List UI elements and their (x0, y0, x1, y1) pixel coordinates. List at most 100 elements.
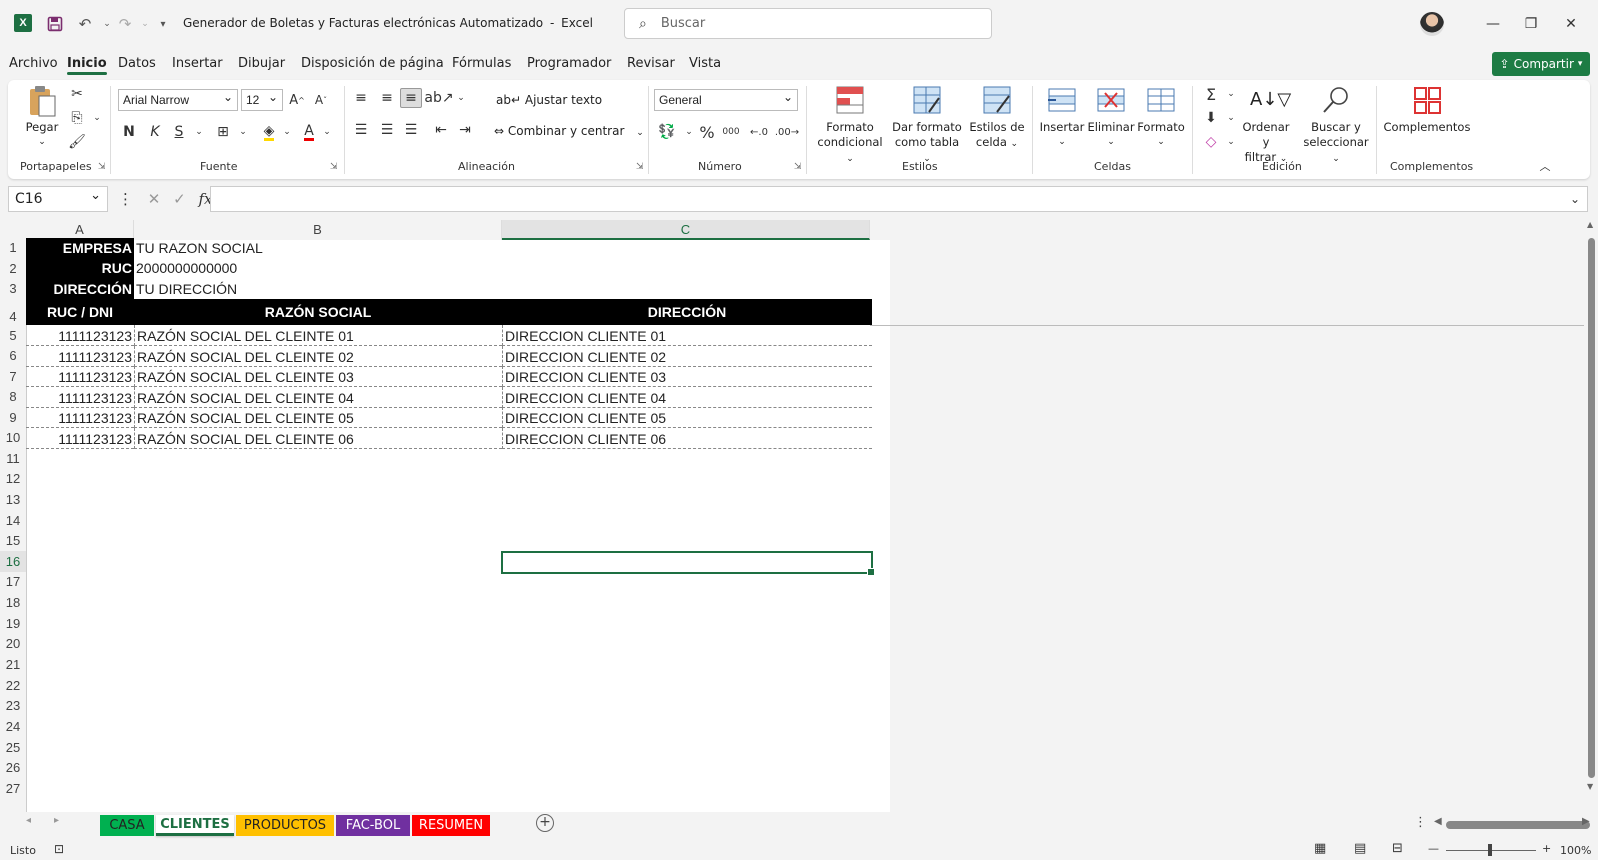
row-header[interactable]: 12 (0, 469, 26, 489)
font-launcher-icon[interactable]: ⇲ (330, 162, 338, 172)
scroll-left-icon[interactable]: ◀ (1434, 816, 1442, 827)
tab-formulas[interactable]: Fórmulas (452, 56, 511, 71)
row-header[interactable]: 13 (0, 489, 26, 510)
row-header[interactable]: 16 (0, 551, 26, 572)
cell-ruc[interactable]: 1111123123 (26, 387, 134, 408)
align-right-icon[interactable]: ☰ (400, 120, 422, 140)
save-icon[interactable] (44, 13, 66, 35)
clear-icon[interactable]: ◇ (1200, 132, 1222, 152)
normal-view-icon[interactable]: ▦ (1314, 841, 1326, 856)
scroll-down-icon[interactable]: ▼ (1587, 782, 1593, 791)
insert-cells-button[interactable]: Insertar ⌄ (1038, 84, 1086, 150)
cell-direccion[interactable]: DIRECCION CLIENTE 02 (502, 345, 872, 367)
sheet-tab-clientes[interactable]: CLIENTES (156, 815, 234, 836)
align-bottom-icon[interactable]: ≡ (400, 88, 422, 108)
page-layout-icon[interactable]: ▤ (1354, 841, 1366, 856)
column-header-c[interactable]: C (502, 220, 870, 240)
increase-indent-icon[interactable]: ⇥ (454, 120, 476, 140)
tab-vista[interactable]: Vista (689, 56, 721, 71)
header-direccion[interactable]: DIRECCIÓN (502, 299, 872, 325)
enter-icon[interactable]: ✓ (173, 190, 186, 208)
wrap-text-button[interactable]: ab↵ Ajustar texto (496, 93, 602, 107)
tab-insertar[interactable]: Insertar (172, 56, 223, 71)
cell-ruc[interactable]: 1111123123 (26, 407, 134, 429)
increase-font-icon[interactable]: A ^ (286, 90, 308, 110)
row-header[interactable]: 10 (0, 428, 26, 448)
cell-styles-button[interactable]: Estilos de celda ⌄ (966, 84, 1028, 152)
cell-razon-social[interactable]: RAZÓN SOCIAL DEL CLEINTE 04 (134, 386, 502, 408)
row-header[interactable]: 20 (0, 634, 26, 654)
row-header[interactable]: 18 (0, 592, 26, 613)
row-header[interactable]: 15 (0, 531, 26, 551)
horizontal-scroll-thumb[interactable] (1446, 821, 1590, 829)
copy-dropdown-icon[interactable]: ⌄ (86, 108, 108, 128)
sheet-tab-resumen[interactable]: RESUMEN (412, 815, 490, 836)
cell-razon-social[interactable]: RAZÓN SOCIAL DEL CLEINTE 02 (134, 345, 502, 367)
cell-razon-social[interactable]: RAZÓN SOCIAL DEL CLEINTE 05 (134, 407, 502, 429)
cell-razon-social[interactable]: RAZÓN SOCIAL DEL CLEINTE 03 (134, 366, 502, 388)
row-header[interactable]: 5 (0, 325, 26, 346)
share-button[interactable]: ⇪ Compartir ▾ (1492, 52, 1590, 76)
align-top-icon[interactable]: ≡ (350, 88, 372, 108)
addins-button[interactable]: Complementos (1382, 84, 1472, 135)
row-header[interactable]: 4 (0, 299, 26, 325)
row-header[interactable]: 2 (0, 258, 26, 279)
tab-datos[interactable]: Datos (118, 56, 156, 71)
cancel-icon[interactable]: ✕ (148, 190, 161, 208)
minimize-icon[interactable]: — (1478, 10, 1508, 38)
italic-button[interactable]: K (144, 122, 166, 142)
empresa-value[interactable]: TU RAZON SOCIAL (136, 238, 502, 258)
underline-dropdown-icon[interactable]: ⌄ (188, 122, 210, 142)
select-all-corner[interactable] (0, 220, 26, 240)
row-header[interactable]: 24 (0, 716, 26, 737)
underline-button[interactable]: S (168, 122, 190, 142)
zoom-out-icon[interactable]: — (1428, 842, 1439, 855)
sheet-tab-productos[interactable]: PRODUCTOS (236, 815, 334, 836)
row-header[interactable]: 6 (0, 346, 26, 366)
row-header[interactable]: 22 (0, 675, 26, 696)
accessibility-icon[interactable]: ⊡ (54, 842, 64, 856)
orientation-icon[interactable]: ab↗ (424, 88, 453, 108)
tab-inicio[interactable]: Inicio (67, 56, 107, 75)
alignment-launcher-icon[interactable]: ⇲ (636, 162, 644, 172)
cut-icon[interactable]: ✂ (66, 84, 88, 104)
expand-formula-icon[interactable]: ⌄ (1564, 189, 1586, 209)
merge-center-button[interactable]: ⇔ Combinar y centrar ⌄ (494, 124, 644, 138)
row-header[interactable]: 7 (0, 366, 26, 387)
tab-revisar[interactable]: Revisar (627, 56, 675, 71)
thousands-button[interactable]: 000 (720, 122, 742, 142)
row-header[interactable]: 27 (0, 778, 26, 799)
zoom-in-icon[interactable]: + (1542, 842, 1551, 855)
row-header[interactable]: 26 (0, 758, 26, 778)
vertical-scroll-thumb[interactable] (1588, 238, 1595, 778)
row-header[interactable]: 23 (0, 696, 26, 716)
cell-direccion[interactable]: DIRECCION CLIENTE 04 (502, 386, 872, 408)
scroll-right-icon[interactable]: ▶ (1582, 816, 1590, 827)
conditional-format-button[interactable]: Formato condicional ⌄ (812, 84, 888, 167)
cell-ruc[interactable]: 1111123123 (26, 346, 134, 367)
orientation-dropdown-icon[interactable]: ⌄ (450, 88, 472, 108)
align-middle-icon[interactable]: ≡ (376, 88, 398, 108)
cell-razon-social[interactable]: RAZÓN SOCIAL DEL CLEINTE 01 (134, 325, 502, 346)
formula-input[interactable] (210, 186, 1588, 212)
fill-dropdown-icon[interactable]: ⌄ (276, 122, 298, 142)
format-as-table-button[interactable]: Dar formato como tabla ⌄ (892, 84, 962, 167)
sort-filter-button[interactable]: A↓▽ Ordenar y filtrar ⌄ (1238, 84, 1294, 167)
decrease-indent-icon[interactable]: ⇤ (430, 120, 452, 140)
row-header[interactable]: 11 (0, 448, 26, 469)
more-icon[interactable]: ⋮ (118, 190, 133, 208)
cell-direccion[interactable]: DIRECCION CLIENTE 01 (502, 325, 872, 346)
row-header[interactable]: 17 (0, 572, 26, 592)
cell-ruc[interactable]: 1111123123 (26, 428, 134, 449)
scroll-up-icon[interactable]: ▲ (1587, 220, 1593, 229)
cell-razon-social[interactable]: RAZÓN SOCIAL DEL CLEINTE 06 (134, 428, 502, 449)
number-format-select[interactable]: General (654, 89, 798, 111)
cell-direccion[interactable]: DIRECCION CLIENTE 06 (502, 428, 872, 449)
cell-direccion[interactable]: DIRECCION CLIENTE 05 (502, 407, 872, 429)
column-header-a[interactable]: A (26, 220, 134, 240)
clipboard-launcher-icon[interactable]: ⇲ (98, 162, 106, 172)
tab-programador[interactable]: Programador (527, 56, 611, 71)
fill-down-icon[interactable]: ⬇ (1200, 108, 1222, 128)
currency-icon[interactable]: 💱 (656, 122, 678, 142)
delete-cells-button[interactable]: Eliminar ⌄ (1086, 84, 1136, 150)
